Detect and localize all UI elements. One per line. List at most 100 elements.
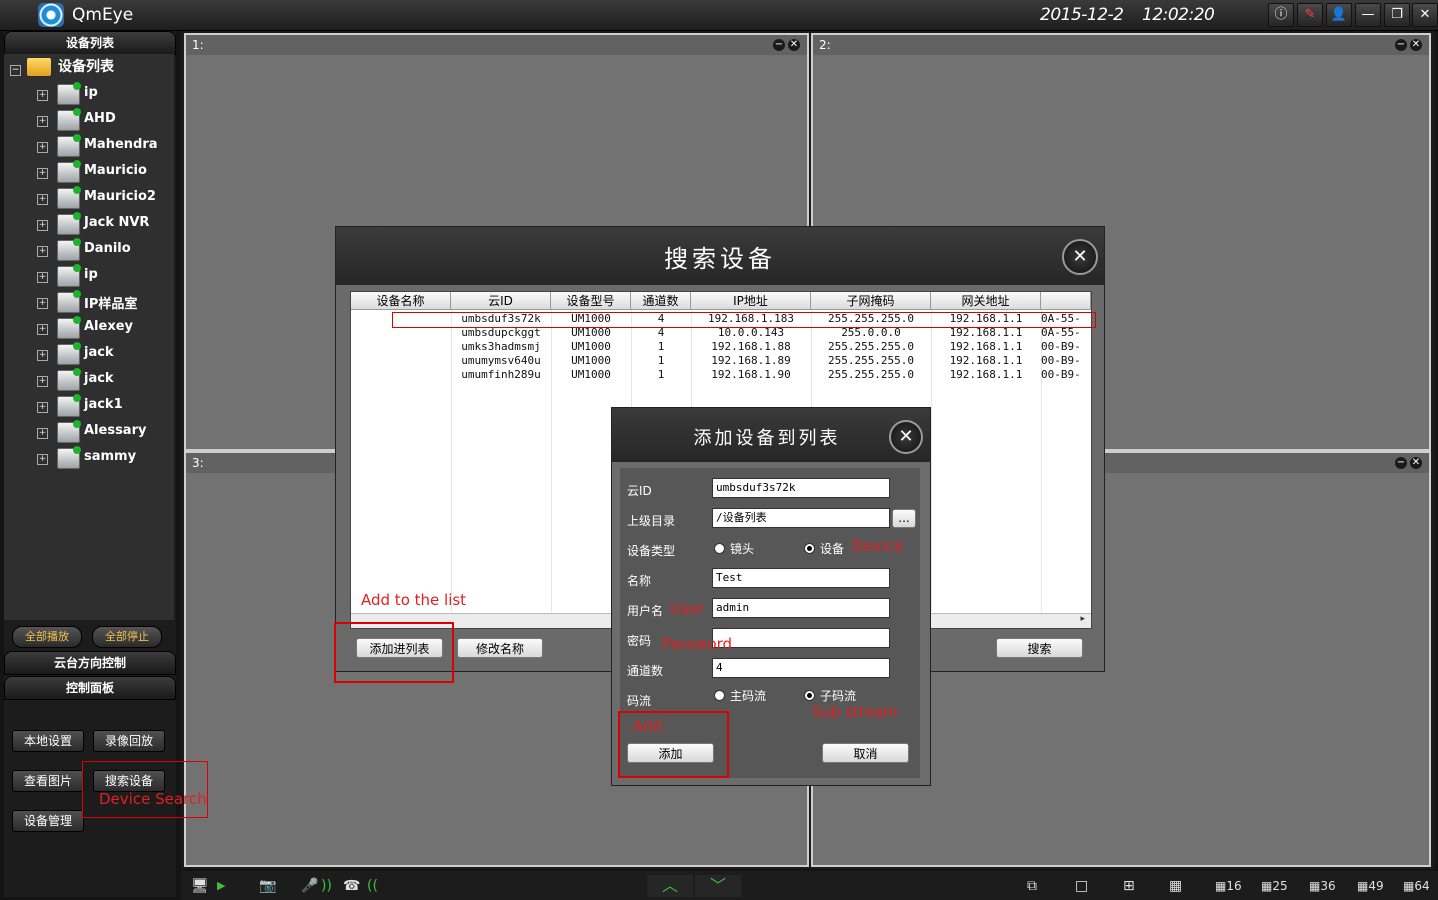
channels-field[interactable]: 4 [712, 658, 890, 678]
expand-icon[interactable]: + [37, 376, 48, 387]
layout-4-icon[interactable]: ⊞ [1123, 875, 1135, 897]
column-header[interactable]: 通道数 [631, 292, 691, 310]
tree-device-item[interactable]: + Mahendra [4, 134, 174, 158]
name-field[interactable]: Test [712, 568, 890, 588]
table-cell[interactable] [351, 326, 451, 340]
speaker-icon[interactable]: (( [367, 875, 378, 897]
column-header[interactable]: 设备型号 [551, 292, 631, 310]
expand-icon[interactable]: + [37, 350, 48, 361]
lock-icon[interactable]: ✎ [1297, 3, 1323, 27]
info-icon[interactable]: ⓘ [1268, 3, 1294, 27]
play-all-button[interactable]: 全部播放 [12, 626, 82, 648]
layout-16-icon[interactable]: ▦16 [1215, 875, 1242, 897]
type-device-radio[interactable] [804, 543, 815, 554]
table-cell[interactable]: 1 [631, 340, 691, 354]
column-header[interactable]: 设备名称 [351, 292, 451, 310]
tree-device-item[interactable]: + AHD [4, 108, 174, 132]
table-cell[interactable]: 1 [631, 354, 691, 368]
restore-icon[interactable]: ❐ [1384, 3, 1410, 27]
tree-device-item[interactable]: + Mauricio2 [4, 186, 174, 210]
table-cell[interactable]: 255.255.255.0 [811, 368, 931, 382]
layout-25-icon[interactable]: ▦25 [1261, 875, 1288, 897]
tree-device-item[interactable]: + Danilo [4, 238, 174, 262]
table-cell[interactable]: 1 [631, 368, 691, 382]
expand-icon[interactable]: + [37, 220, 48, 231]
local-settings-button[interactable]: 本地设置 [12, 730, 84, 752]
scroll-right-icon[interactable]: ▸ [1080, 614, 1085, 624]
device-management-button[interactable]: 设备管理 [12, 810, 84, 832]
tree-root-label[interactable]: 设备列表 [58, 56, 114, 76]
table-cell[interactable]: 4 [631, 326, 691, 340]
table-cell[interactable]: 00-B9- [1041, 354, 1091, 368]
view-pictures-button[interactable]: 查看图片 [12, 770, 84, 792]
add-dialog-close-icon[interactable]: ✕ [889, 420, 923, 454]
column-header[interactable]: 子网掩码 [811, 292, 931, 310]
table-cell[interactable]: 10.0.0.143 [691, 326, 811, 340]
table-cell[interactable]: umks3hadmsmj [451, 340, 551, 354]
table-cell[interactable]: 00-B9- [1041, 340, 1091, 354]
table-cell[interactable]: 192.168.1.1 [931, 340, 1041, 354]
pane-close-icon[interactable]: ✕ [1410, 457, 1422, 469]
pane-minimize-icon[interactable]: − [1395, 457, 1407, 469]
tree-device-item[interactable]: + jack [4, 342, 174, 366]
expand-icon[interactable]: + [37, 116, 48, 127]
table-cell[interactable]: 255.255.255.0 [811, 354, 931, 368]
parent-dir-field[interactable]: /设备列表 [712, 508, 890, 528]
search-dialog-close-icon[interactable]: ✕ [1062, 239, 1098, 275]
table-cell[interactable]: 192.168.1.1 [931, 326, 1041, 340]
tree-device-item[interactable]: + jack [4, 368, 174, 392]
page-up-icon[interactable]: ︿ [647, 875, 693, 897]
stop-all-button[interactable]: 全部停止 [92, 626, 162, 648]
password-field[interactable] [712, 628, 890, 648]
table-cell[interactable]: 192.168.1.1 [931, 368, 1041, 382]
table-cell[interactable] [351, 340, 451, 354]
table-cell[interactable]: 255.255.255.0 [811, 340, 931, 354]
cancel-button[interactable]: 取消 [822, 743, 909, 763]
playback-button[interactable]: 录像回放 [93, 730, 165, 752]
pane-close-icon[interactable]: ✕ [788, 39, 800, 51]
table-cell[interactable]: 192.168.1.89 [691, 354, 811, 368]
pane-minimize-icon[interactable]: − [1395, 39, 1407, 51]
table-cell[interactable]: 00-B9- [1041, 368, 1091, 382]
microphone-icon[interactable]: 🎤 [301, 875, 318, 897]
table-cell[interactable]: 192.168.1.88 [691, 340, 811, 354]
column-header[interactable]: IP地址 [691, 292, 811, 310]
expand-icon[interactable]: + [37, 272, 48, 283]
play-icon[interactable]: ▶ [217, 875, 225, 897]
minimize-icon[interactable]: — [1355, 3, 1381, 27]
collapse-icon[interactable]: − [10, 65, 21, 76]
layout-49-icon[interactable]: ▦49 [1357, 875, 1384, 897]
volume-icon[interactable]: )) [321, 875, 332, 897]
tree-device-item[interactable]: + Mauricio [4, 160, 174, 184]
table-cell[interactable]: 192.168.1.90 [691, 368, 811, 382]
expand-icon[interactable]: + [37, 402, 48, 413]
table-cell[interactable] [351, 354, 451, 368]
expand-icon[interactable]: + [37, 298, 48, 309]
tree-device-item[interactable]: + sammy [4, 446, 174, 470]
main-stream-radio[interactable] [714, 690, 725, 701]
column-header-extra[interactable] [1041, 292, 1091, 310]
tree-device-item[interactable]: + Alessary [4, 420, 174, 444]
monitor-icon[interactable]: 🖥 [191, 875, 209, 897]
table-cell[interactable]: 255.0.0.0 [811, 326, 931, 340]
device-tree[interactable]: + ip + AHD + Mahendra + Mauricio + Mauricio2 + Jack… [4, 54, 174, 620]
search-button[interactable]: 搜索 [996, 638, 1083, 658]
table-cell[interactable]: umumfinh289u [451, 368, 551, 382]
expand-icon[interactable]: + [37, 168, 48, 179]
layout-pip-icon[interactable]: ⧉ [1027, 875, 1037, 897]
table-cell[interactable]: UM1000 [551, 368, 631, 382]
expand-icon[interactable]: + [37, 246, 48, 257]
device-list-header[interactable]: 设备列表 [4, 31, 176, 55]
close-icon[interactable]: ✕ [1412, 3, 1438, 27]
tree-device-item[interactable]: + jack1 [4, 394, 174, 418]
tree-device-item[interactable]: + Jack NVR [4, 212, 174, 236]
column-header[interactable]: 云ID [451, 292, 551, 310]
layout-1-icon[interactable]: □ [1075, 875, 1088, 897]
expand-icon[interactable]: + [37, 324, 48, 335]
table-cell[interactable]: 192.168.1.1 [931, 354, 1041, 368]
table-cell[interactable]: umumymsv640u [451, 354, 551, 368]
table-cell[interactable]: 0A-55- [1041, 326, 1091, 340]
expand-icon[interactable]: + [37, 194, 48, 205]
layout-64-icon[interactable]: ▦64 [1403, 875, 1430, 897]
tree-device-item[interactable]: + ip [4, 82, 174, 106]
